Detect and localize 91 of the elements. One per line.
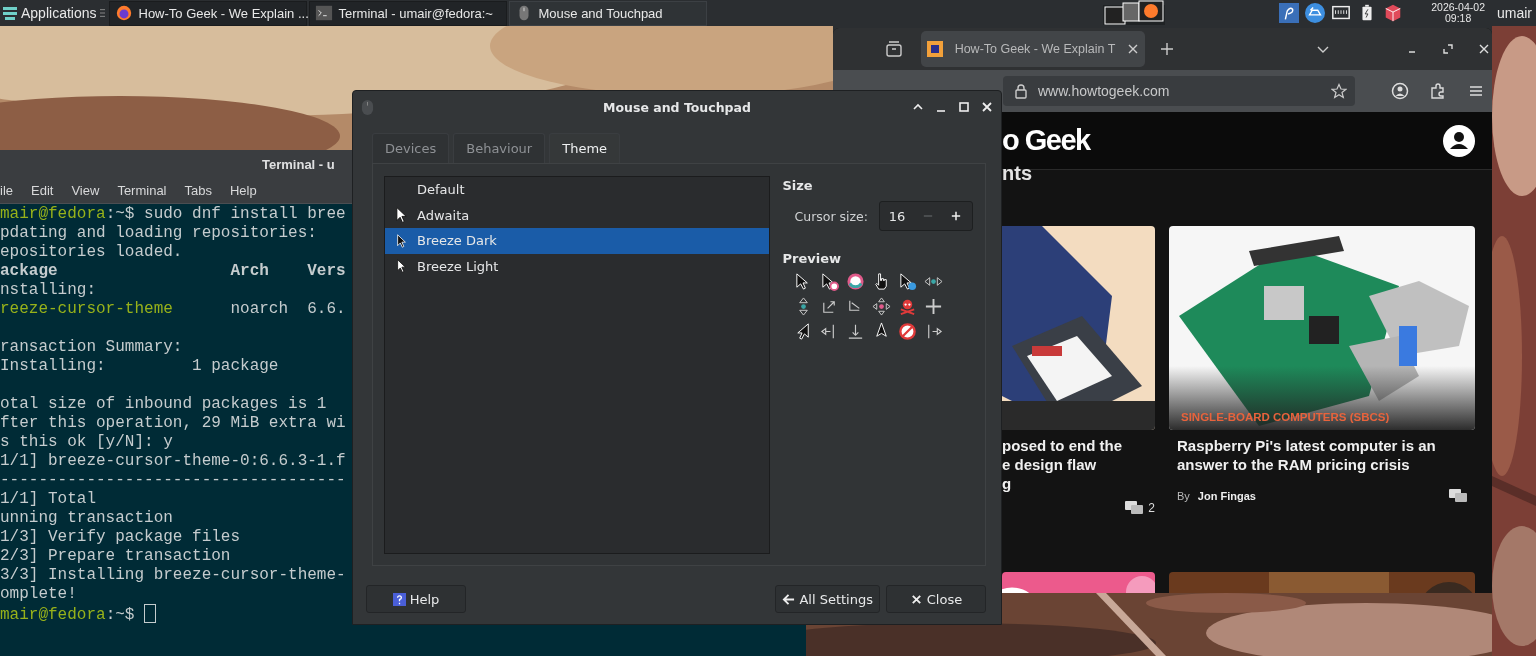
theme-item[interactable]: Breeze Dark [385, 228, 770, 254]
pen-icon[interactable] [1279, 3, 1300, 23]
taskbar-button[interactable]: How-To Geek - We Explain ... [108, 0, 307, 26]
maximize-icon[interactable] [958, 101, 970, 113]
extensions-icon[interactable] [1429, 82, 1447, 100]
taskbar-button[interactable]: Mouse and Touchpad [508, 0, 707, 26]
terminal-line: 1/3] Verify package files [0, 528, 241, 547]
dialog-button[interactable]: Help [366, 585, 466, 613]
terminal-line: nstalling: [0, 281, 96, 300]
update-icon[interactable] [1305, 3, 1326, 23]
terminal-line: 2/3] Prepare transaction [0, 547, 231, 566]
time-label: 09:18 [1445, 13, 1472, 24]
user-name[interactable]: umair [1497, 5, 1532, 21]
section-heading: Preview [782, 251, 842, 266]
terminal-line: unning transaction [0, 509, 173, 528]
menu-icon [2, 5, 18, 21]
window-title: Mouse and Touchpad [603, 99, 751, 115]
handle-icon[interactable] [99, 7, 105, 19]
byline-label: By [1177, 490, 1190, 502]
move-icon [872, 297, 892, 316]
author-link[interactable]: Jon Fingas [1197, 490, 1256, 502]
forbidden-icon [898, 322, 918, 341]
favicon-icon [927, 41, 943, 57]
terminal-line: 3/3] Installing breeze-cursor-theme- [0, 566, 346, 585]
menu-item[interactable]: ile [0, 183, 21, 198]
star-icon[interactable] [1331, 83, 1347, 99]
menu-item[interactable]: Tabs [174, 183, 220, 198]
comment-count: 2 [1148, 501, 1155, 515]
terminal-line: otal size of inbound packages is 1 [0, 395, 327, 414]
tab[interactable]: Devices [372, 133, 450, 163]
terminal-line: reeze-cursor-theme noarch 6.6. [0, 300, 346, 319]
terminal-line: ------------------------------------ [0, 471, 346, 490]
address-bar[interactable]: www.howtogeek.com [1003, 76, 1355, 106]
help-pointer-icon [898, 272, 918, 291]
menu-item[interactable]: Help [219, 183, 265, 198]
taskbar-button[interactable]: Terminal - umair@fedora:~ [308, 0, 507, 26]
theme-item[interactable]: Breeze Light [385, 253, 770, 279]
terminal-icon [314, 4, 333, 22]
menu-item[interactable]: View [61, 183, 108, 198]
close-icon [909, 592, 923, 606]
terminal-line: epositories loaded. [0, 243, 183, 262]
dialog-button[interactable]: All Settings [775, 585, 880, 613]
article-title[interactable]: g [1002, 474, 1155, 493]
comments-icon[interactable] [1125, 501, 1144, 515]
tab[interactable]: Theme [549, 133, 621, 163]
article-title[interactable]: Raspberry Pi's latest computer is an answer to the RAM pricing crisis [1177, 436, 1467, 474]
account-icon[interactable] [1391, 82, 1409, 100]
busy-pointer-icon [820, 272, 840, 291]
terminal-line: omplete! [0, 585, 77, 604]
cursor-size-spinbox[interactable]: 16 [879, 201, 973, 231]
menu-item[interactable]: Edit [21, 183, 62, 198]
terminal-line: Installing: 1 package [0, 357, 279, 376]
profile-icon[interactable] [1443, 124, 1475, 157]
workspace-pager[interactable] [1102, 0, 1167, 26]
theme-item[interactable]: Default [385, 177, 770, 203]
terminal-line: ackage Arch Vers [0, 262, 346, 281]
tab-overview-icon[interactable] [884, 39, 904, 59]
terminal-line: mair@fedora:~$ sudo dnf install bree [0, 205, 346, 224]
site-logo[interactable]: o Geek [1002, 124, 1090, 157]
dialog-button[interactable]: Close [886, 585, 986, 613]
terminal-line: 1/1] Total [0, 490, 96, 509]
mouse-icon [361, 98, 374, 116]
help-icon [392, 592, 406, 606]
window-title: Terminal - u [262, 156, 335, 172]
browser-icon [114, 4, 133, 22]
tab[interactable]: Behaviour [453, 133, 546, 163]
close-icon[interactable] [1127, 43, 1139, 55]
article-title[interactable]: posed to end the [1002, 436, 1155, 455]
terminal-line: fter this operation, 29 MiB extra wi [0, 414, 346, 433]
crosshair-icon [924, 297, 944, 316]
terminal-line: s this ok [y/N]: y [0, 433, 173, 452]
terminal-line: mair@fedora:~$ [0, 604, 157, 625]
terminal-line: 1/1] breeze-cursor-theme-0:6.6.3-1.f [0, 452, 346, 471]
menu-item[interactable]: Terminal [107, 183, 175, 198]
new-tab-icon[interactable] [1159, 41, 1175, 57]
restore-icon[interactable] [1442, 43, 1454, 55]
close-icon[interactable] [1478, 43, 1490, 55]
section-heading: Size [782, 178, 814, 193]
date-label: 2026-04-02 [1431, 2, 1485, 13]
terminal-line: ransaction Summary: [0, 338, 183, 357]
back-arrow-icon [782, 592, 796, 606]
article-title[interactable]: e design flaw [1002, 455, 1155, 474]
section-heading: nts [1002, 166, 1033, 180]
field-label: Cursor size: [794, 208, 868, 224]
applications-menu[interactable]: Applications [0, 1, 99, 25]
terminal-line: pdating and loading repositories: [0, 224, 317, 243]
theme-item[interactable]: Adwaita [385, 202, 770, 228]
browser-tab[interactable]: How-To Geek - We Explain T [921, 31, 1145, 67]
comments-icon[interactable] [1449, 489, 1467, 503]
spinner-icon [846, 272, 866, 291]
lock-icon [1013, 83, 1029, 99]
